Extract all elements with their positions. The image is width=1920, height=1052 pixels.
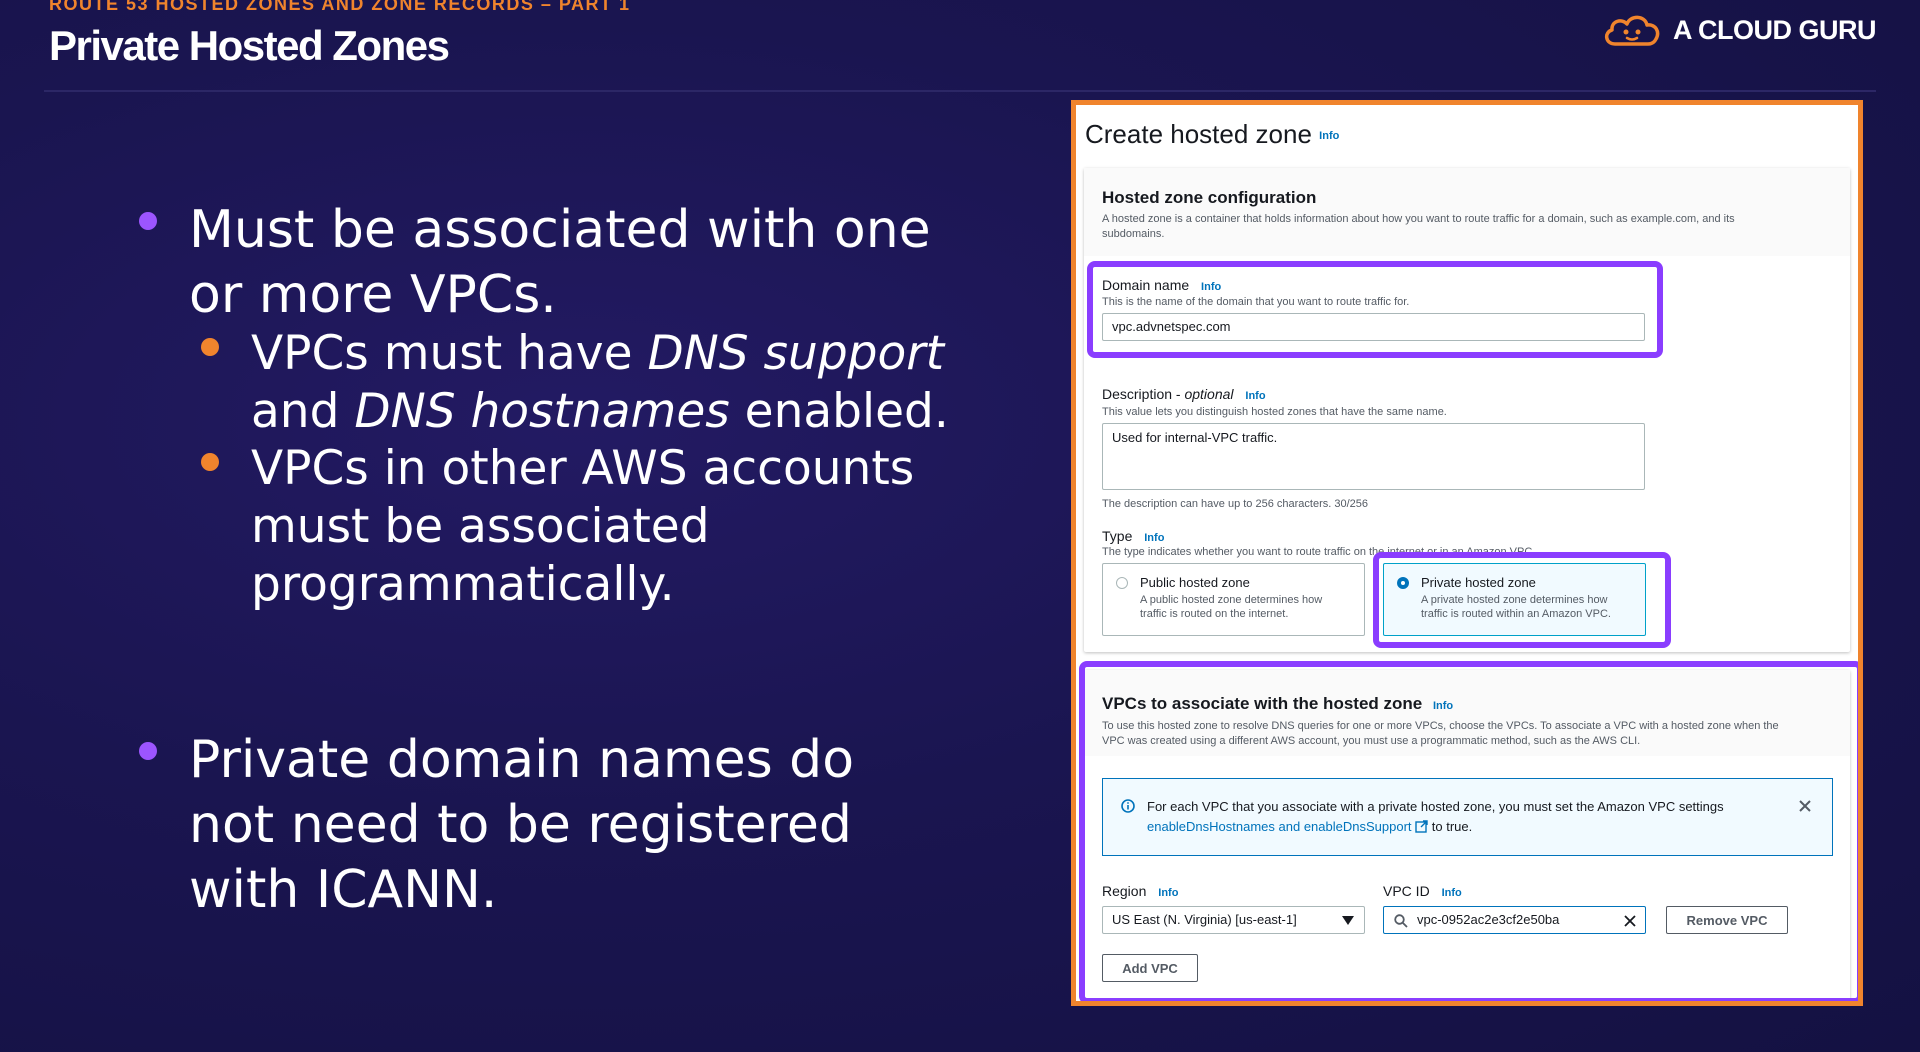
brand-name: A CLOUD GURU xyxy=(1673,14,1877,45)
sub-bullet-2-line-3: programmatically. xyxy=(251,557,675,612)
config-desc-2: subdomains. xyxy=(1102,228,1165,240)
bullet-dot xyxy=(139,742,157,760)
private-hosted-zone-option[interactable]: Private hosted zone A private hosted zon… xyxy=(1383,563,1646,636)
sub-bullet-dot xyxy=(201,338,219,356)
domain-label-text: Domain name xyxy=(1102,277,1190,293)
alert-line-2: enableDnsHostnames and enableDnsSupport … xyxy=(1147,819,1472,834)
sub-bullet-1-line-1: VPCs must have DNS support xyxy=(251,330,944,377)
description-help: This value lets you distinguish hosted z… xyxy=(1102,406,1447,418)
console-screenshot: Create hosted zone Info Hosted zone conf… xyxy=(1071,100,1863,1006)
private-radio[interactable] xyxy=(1397,577,1409,589)
external-link-icon xyxy=(1415,820,1428,833)
slide-title: Private Hosted Zones xyxy=(49,22,450,69)
alert-text: For each VPC that you associate with a p… xyxy=(1147,799,1724,814)
vpc-heading: VPCs to associate with the hosted zone I… xyxy=(1102,694,1453,714)
page-title-text: Create hosted zone xyxy=(1085,119,1312,149)
sub-bullet-2-line-2: must be associated xyxy=(251,499,710,554)
sub-bullet-dot xyxy=(201,453,219,471)
sub-bullet-1-line-2: and DNS hostnames enabled. xyxy=(251,388,949,435)
description-label: Description - optional Info xyxy=(1102,386,1266,402)
region-select[interactable]: US East (N. Virginia) [us-east-1] xyxy=(1102,906,1365,934)
bullet-dot xyxy=(139,212,157,230)
info-circle-icon xyxy=(1121,799,1135,813)
sub-bullet-1b-emphasis: DNS hostnames xyxy=(354,384,730,439)
type-label: Type Info xyxy=(1102,528,1164,544)
sub-bullet-1b-post: enabled. xyxy=(729,384,949,439)
description-info-link[interactable]: Info xyxy=(1245,390,1265,402)
caret-down-icon xyxy=(1342,916,1354,925)
private-title: Private hosted zone xyxy=(1421,575,1536,590)
description-optional: optional xyxy=(1184,386,1234,402)
vpcid-label: VPC ID Info xyxy=(1383,883,1462,899)
type-label-text: Type xyxy=(1102,528,1133,544)
domain-label: Domain name Info xyxy=(1102,277,1221,293)
sub-bullet-1b-pre: and xyxy=(251,384,355,439)
vpc-info-alert: For each VPC that you associate with a p… xyxy=(1102,778,1833,856)
card-header xyxy=(1084,168,1850,256)
search-icon xyxy=(1394,914,1408,928)
public-radio[interactable] xyxy=(1116,577,1128,589)
public-hosted-zone-option[interactable]: Public hosted zone A public hosted zone … xyxy=(1102,563,1365,636)
vpc-heading-text: VPCs to associate with the hosted zone xyxy=(1102,694,1423,713)
vpc-desc-1: To use this hosted zone to resolve DNS q… xyxy=(1102,720,1779,732)
hosted-zone-config-card: Hosted zone configuration A hosted zone … xyxy=(1084,168,1850,652)
config-desc-1: A hosted zone is a container that holds … xyxy=(1102,213,1735,225)
vpc-info-link[interactable]: Info xyxy=(1433,700,1453,712)
region-value: US East (N. Virginia) [us-east-1] xyxy=(1112,912,1297,927)
cloud-logo-icon xyxy=(1605,15,1660,46)
vpc-association-card: VPCs to associate with the hosted zone I… xyxy=(1084,670,1850,1001)
clear-icon[interactable] xyxy=(1624,915,1636,927)
sub-bullet-1-emphasis: DNS support xyxy=(647,326,945,381)
domain-help: This is the name of the domain that you … xyxy=(1102,296,1410,308)
domain-name-input[interactable]: vpc.advnetspec.com xyxy=(1102,313,1645,341)
bullet-1-line-2: or more VPCs. xyxy=(189,265,557,325)
region-label: Region Info xyxy=(1102,883,1178,899)
vpcid-value: vpc-0952ac2e3cf2e50ba xyxy=(1417,912,1560,927)
config-heading: Hosted zone configuration xyxy=(1102,188,1317,207)
dns-settings-link[interactable]: enableDnsHostnames and enableDnsSupport xyxy=(1147,819,1412,834)
public-desc-1: A public hosted zone determines how xyxy=(1140,594,1323,606)
description-label-text: Description - xyxy=(1102,386,1185,402)
vpcid-label-text: VPC ID xyxy=(1383,883,1430,899)
bullet-1-line-1: Must be associated with one xyxy=(189,200,931,260)
bullet-2-line-2: not need to be registered xyxy=(189,795,852,855)
sub-bullet-1-text: VPCs must have xyxy=(251,326,648,381)
alert-post: to true. xyxy=(1428,819,1473,834)
type-info-link[interactable]: Info xyxy=(1144,532,1164,544)
brand-logo: A CLOUD GURU xyxy=(1601,10,1877,50)
header-divider xyxy=(44,90,1876,92)
close-icon[interactable] xyxy=(1798,799,1812,813)
remove-vpc-button[interactable]: Remove VPC xyxy=(1666,906,1788,934)
add-vpc-button[interactable]: Add VPC xyxy=(1102,954,1198,982)
vpc-desc-2: VPC was created using a different AWS ac… xyxy=(1102,735,1641,747)
description-textarea[interactable]: Used for internal-VPC traffic. xyxy=(1102,423,1645,490)
type-help: The type indicates whether you want to r… xyxy=(1102,546,1536,558)
public-title: Public hosted zone xyxy=(1140,575,1250,590)
bullet-2-line-3: with ICANN. xyxy=(189,860,498,920)
private-desc-2: traffic is routed within an Amazon VPC. xyxy=(1421,608,1611,620)
region-label-text: Region xyxy=(1102,883,1147,899)
console-page-title: Create hosted zone Info xyxy=(1085,119,1339,150)
domain-info-link[interactable]: Info xyxy=(1201,281,1221,293)
slide-kicker: ROUTE 53 HOSTED ZONES AND ZONE RECORDS –… xyxy=(49,0,631,14)
private-desc-1: A private hosted zone determines how xyxy=(1421,594,1608,606)
vpcid-input[interactable]: vpc-0952ac2e3cf2e50ba xyxy=(1383,906,1646,934)
public-desc-2: traffic is routed on the internet. xyxy=(1140,608,1289,620)
description-constraint: The description can have up to 256 chara… xyxy=(1102,498,1369,510)
page-title-info-link[interactable]: Info xyxy=(1319,130,1339,142)
vpcid-info-link[interactable]: Info xyxy=(1442,887,1462,899)
region-info-link[interactable]: Info xyxy=(1158,887,1178,899)
sub-bullet-2-line-1: VPCs in other AWS accounts xyxy=(251,441,915,496)
bullet-2-line-1: Private domain names do xyxy=(189,730,855,790)
